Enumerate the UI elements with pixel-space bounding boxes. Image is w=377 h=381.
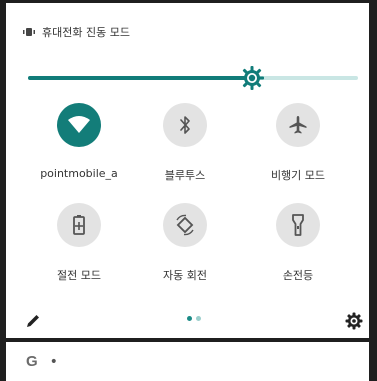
tile-label: 블루투스 (164, 169, 206, 182)
settings-icon[interactable] (345, 312, 363, 330)
tile-label: 절전 모드 (57, 269, 101, 282)
flashlight-icon (292, 214, 304, 236)
page-dot-active (187, 316, 192, 321)
brightness-slider[interactable] (28, 63, 358, 93)
page-indicator (187, 316, 201, 321)
airplane-tile-button[interactable] (276, 103, 320, 147)
tile-label: 손전등 (282, 269, 314, 282)
tile-airplane[interactable]: 비행기 모드 (238, 103, 358, 183)
tile-flashlight[interactable]: 손전등 (238, 203, 358, 283)
airplane-icon (289, 116, 307, 134)
brightness-icon[interactable] (239, 65, 265, 91)
battery-saver-icon (73, 215, 85, 235)
bluetooth-tile-button[interactable] (163, 103, 207, 147)
battery-saver-tile-button[interactable] (57, 203, 101, 247)
quick-settings-panel: 휴대전화 진동 모드 pointmobile_a 블루투스 비행기 모드 절전 … (6, 3, 369, 338)
auto-rotate-icon (176, 214, 194, 236)
status-row: 휴대전화 진동 모드 (22, 23, 130, 41)
google-logo: G (26, 353, 38, 370)
flashlight-tile-button[interactable] (276, 203, 320, 247)
brightness-fill (28, 76, 253, 80)
tile-label: 비행기 모드 (270, 169, 326, 182)
vibrate-icon (23, 28, 35, 36)
vibrate-status-text: 휴대전화 진동 모드 (42, 26, 130, 39)
tile-wifi[interactable]: pointmobile_a (19, 103, 139, 180)
page-dot-inactive (196, 316, 201, 321)
search-bar-dot: • (49, 353, 58, 370)
tile-label: 자동 회전 (163, 269, 207, 282)
wifi-tile-button[interactable] (57, 103, 101, 147)
auto-rotate-tile-button[interactable] (163, 203, 207, 247)
tile-label: pointmobile_a (40, 167, 118, 180)
tile-battery-saver[interactable]: 절전 모드 (19, 203, 139, 283)
tile-auto-rotate[interactable]: 자동 회전 (125, 203, 245, 283)
google-search-bar[interactable]: G • (6, 342, 369, 381)
edit-icon[interactable] (25, 313, 41, 329)
bluetooth-icon (180, 116, 190, 134)
wifi-icon (68, 116, 90, 133)
tile-bluetooth[interactable]: 블루투스 (125, 103, 245, 183)
